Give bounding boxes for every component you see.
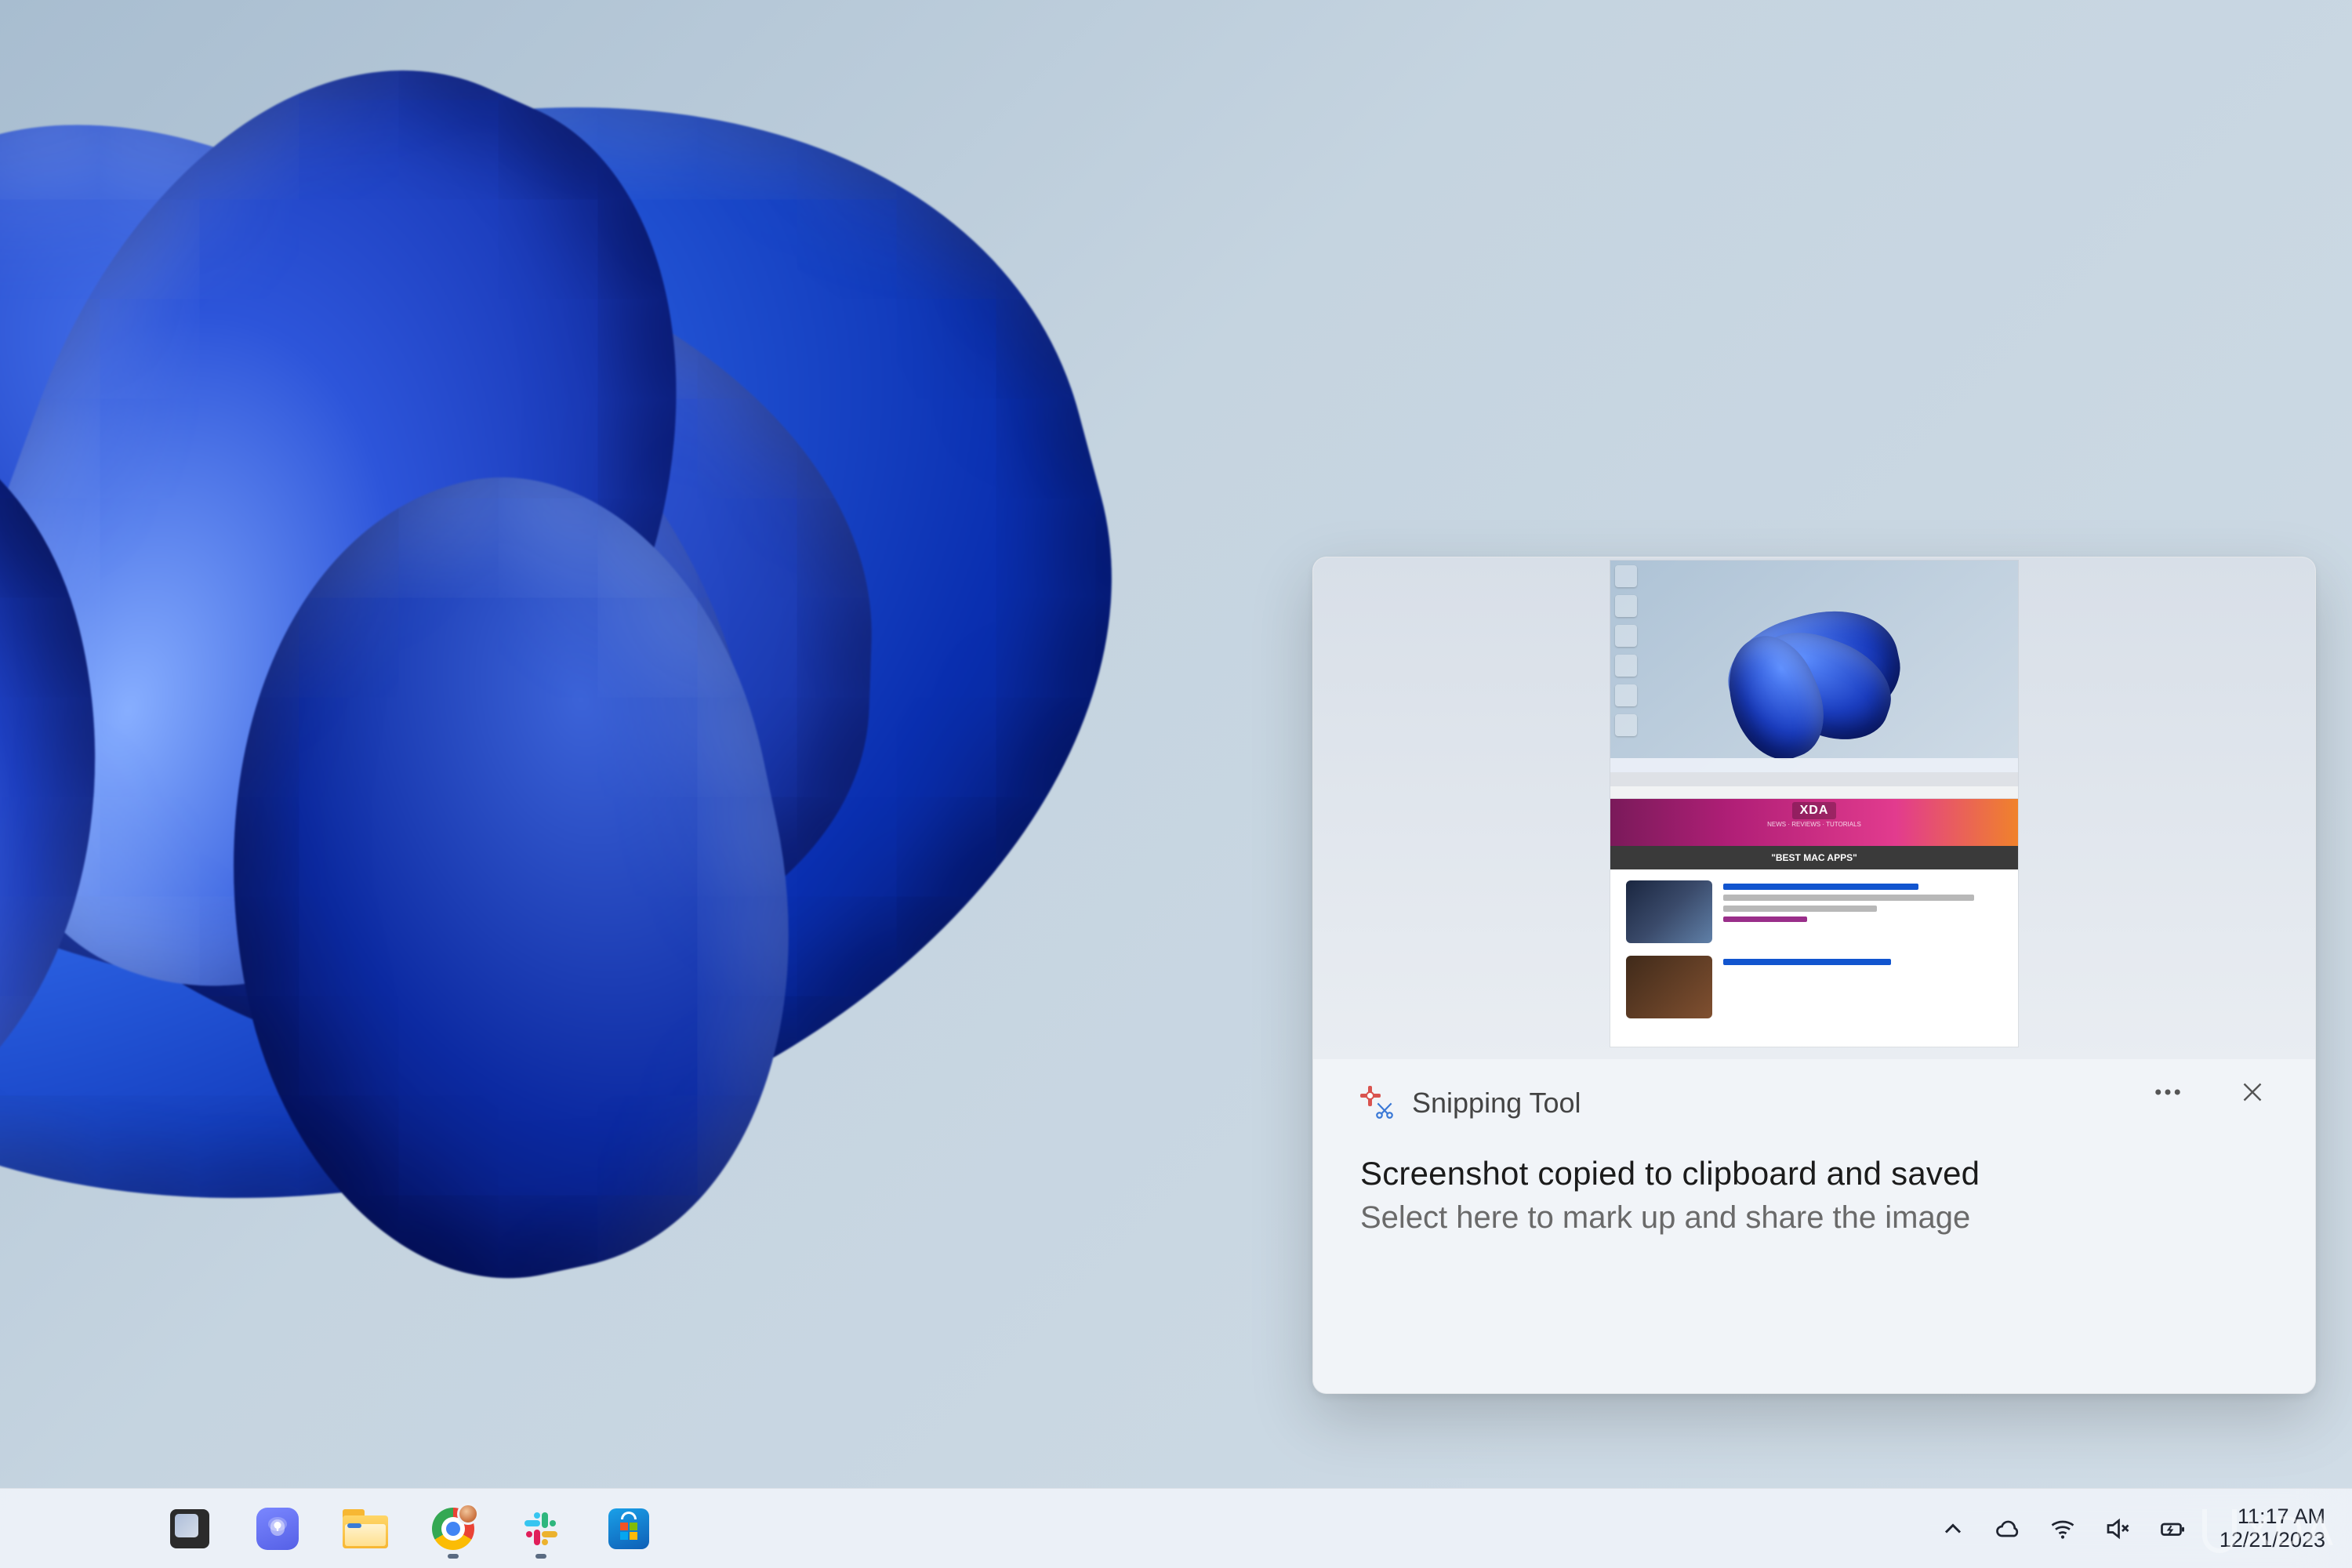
- notification-preview[interactable]: XDA NEWS · REVIEWS · TUTORIALS "BEST MAC…: [1313, 557, 2315, 1059]
- taskbar-file-explorer[interactable]: [332, 1496, 398, 1562]
- running-indicator: [448, 1554, 459, 1559]
- preview-hero-banner: "BEST MAC APPS": [1610, 846, 2018, 869]
- snipping-tool-icon: [1360, 1086, 1395, 1120]
- running-indicator: [535, 1554, 546, 1559]
- tray-wifi[interactable]: [2047, 1513, 2078, 1544]
- teams-icon: [256, 1508, 299, 1550]
- taskbar-teams[interactable]: [245, 1496, 310, 1562]
- taskbar-slack[interactable]: [508, 1496, 574, 1562]
- volume-muted-icon: [2103, 1515, 2132, 1543]
- notification-subtitle: Select here to mark up and share the ima…: [1360, 1200, 2268, 1236]
- close-icon: [2238, 1078, 2267, 1106]
- taskbar: 11:17 AM 12/21/2023: [0, 1488, 2352, 1568]
- wallpaper-bloom: [0, 0, 1411, 1568]
- notification-close-button[interactable]: [2229, 1069, 2276, 1116]
- notification-more-button[interactable]: [2144, 1069, 2191, 1116]
- tray-overflow-button[interactable]: [1937, 1513, 1969, 1544]
- preview-site-logo: XDA: [1792, 802, 1837, 819]
- taskbar-microsoft-store[interactable]: [596, 1496, 662, 1562]
- taskbar-task-view[interactable]: [157, 1496, 223, 1562]
- notification-app-name: Snipping Tool: [1412, 1087, 1581, 1120]
- screenshot-thumbnail: XDA NEWS · REVIEWS · TUTORIALS "BEST MAC…: [1610, 561, 2018, 1047]
- chrome-icon: [432, 1508, 474, 1550]
- preview-site-tag: NEWS · REVIEWS · TUTORIALS: [1767, 821, 1861, 828]
- task-view-icon: [170, 1509, 209, 1548]
- slack-icon: [521, 1509, 561, 1548]
- snipping-tool-notification[interactable]: XDA NEWS · REVIEWS · TUTORIALS "BEST MAC…: [1312, 557, 2316, 1394]
- microsoft-store-icon: [608, 1508, 649, 1549]
- tray-onedrive[interactable]: [1992, 1513, 2024, 1544]
- taskbar-pinned-apps: [157, 1489, 662, 1568]
- wifi-icon: [2049, 1515, 2077, 1543]
- battery-charging-icon: [2158, 1515, 2187, 1543]
- cloud-icon: [1994, 1515, 2022, 1543]
- tray-volume[interactable]: [2102, 1513, 2133, 1544]
- more-icon: [2151, 1076, 2184, 1109]
- notification-title: Screenshot copied to clipboard and saved: [1360, 1155, 2268, 1192]
- taskbar-chrome[interactable]: [420, 1496, 486, 1562]
- chevron-up-icon: [1939, 1515, 1967, 1543]
- file-explorer-icon: [343, 1509, 388, 1548]
- chrome-profile-avatar: [457, 1503, 479, 1525]
- xda-watermark: XDA: [2202, 1507, 2335, 1555]
- tray-battery[interactable]: [2157, 1513, 2188, 1544]
